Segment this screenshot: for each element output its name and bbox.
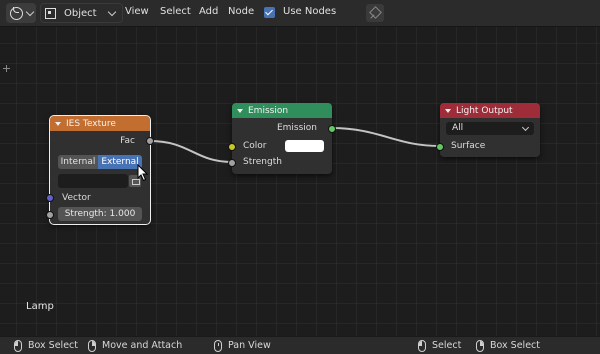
- status-item-box-select: Box Select: [14, 337, 78, 354]
- status-label: Box Select: [490, 340, 540, 351]
- vector-input-socket[interactable]: [46, 194, 54, 202]
- strength-input-label: Strength: [243, 157, 282, 167]
- emission-node-header[interactable]: Emission: [232, 103, 332, 118]
- status-label: Move and Attach: [102, 340, 183, 351]
- emission-output-label: Emission: [276, 123, 317, 133]
- surface-input-socket[interactable]: [436, 143, 444, 151]
- ies-mode-toggle: Internal External: [58, 155, 142, 169]
- mouse-left-icon: [14, 339, 22, 352]
- vector-input-label: Vector: [62, 193, 91, 203]
- fac-output-socket[interactable]: [146, 137, 154, 145]
- color-input-socket[interactable]: [228, 143, 236, 151]
- emission-output-socket[interactable]: [328, 125, 336, 133]
- ies-texture-node-header[interactable]: IES Texture: [50, 116, 150, 131]
- ies-filepath-field[interactable]: [58, 174, 128, 188]
- chevron-down-icon: [521, 123, 530, 132]
- status-label: Box Select: [28, 340, 78, 351]
- target-dropdown[interactable]: All: [446, 122, 534, 135]
- status-item-move-attach: Move and Attach: [88, 337, 182, 354]
- strength-input-socket[interactable]: [228, 159, 236, 167]
- mouse-middle-icon: [214, 339, 222, 352]
- mouse-cursor: [137, 164, 149, 182]
- surface-input-label: Surface: [451, 141, 486, 151]
- collapse-arrow-icon[interactable]: [55, 121, 61, 126]
- target-dropdown-value: All: [452, 123, 464, 133]
- ies-texture-node[interactable]: IES Texture Fac Internal External Vector…: [46, 115, 154, 225]
- light-output-node[interactable]: Light Output All Surface: [436, 103, 540, 157]
- status-item-pan-view: Pan View: [214, 337, 271, 354]
- emission-node[interactable]: Emission Emission Color Strength: [228, 103, 336, 174]
- fac-output-label: Fac: [120, 136, 135, 146]
- collapse-arrow-icon[interactable]: [445, 108, 451, 113]
- light-output-node-header[interactable]: Light Output: [440, 103, 540, 118]
- emission-color-swatch[interactable]: [285, 140, 324, 152]
- status-label: Pan View: [228, 340, 271, 351]
- status-item-select: Select: [418, 337, 461, 354]
- mode-external-option[interactable]: External: [98, 155, 142, 169]
- link-emission-to-surface: [330, 127, 441, 147]
- emission-title: Emission: [248, 105, 289, 116]
- status-item-box-select-2: Box Select: [476, 337, 540, 354]
- strength-input-socket[interactable]: [46, 211, 54, 219]
- mouse-right-icon: [476, 339, 484, 352]
- collapse-arrow-icon[interactable]: [237, 108, 243, 113]
- mode-internal-option[interactable]: Internal: [58, 155, 98, 169]
- mouse-left-icon: [418, 339, 426, 352]
- ies-texture-title: IES Texture: [66, 118, 116, 129]
- status-label: Select: [432, 340, 462, 351]
- link-fac-to-strength: [149, 140, 233, 163]
- mouse-right-icon: [88, 339, 96, 352]
- active-object-label: Lamp: [26, 301, 54, 312]
- light-output-title: Light Output: [456, 105, 513, 116]
- color-input-label: Color: [243, 141, 267, 151]
- status-bar: Box Select Move and Attach Pan View Sele…: [0, 336, 600, 354]
- strength-slider[interactable]: Strength: 1.000: [58, 207, 142, 221]
